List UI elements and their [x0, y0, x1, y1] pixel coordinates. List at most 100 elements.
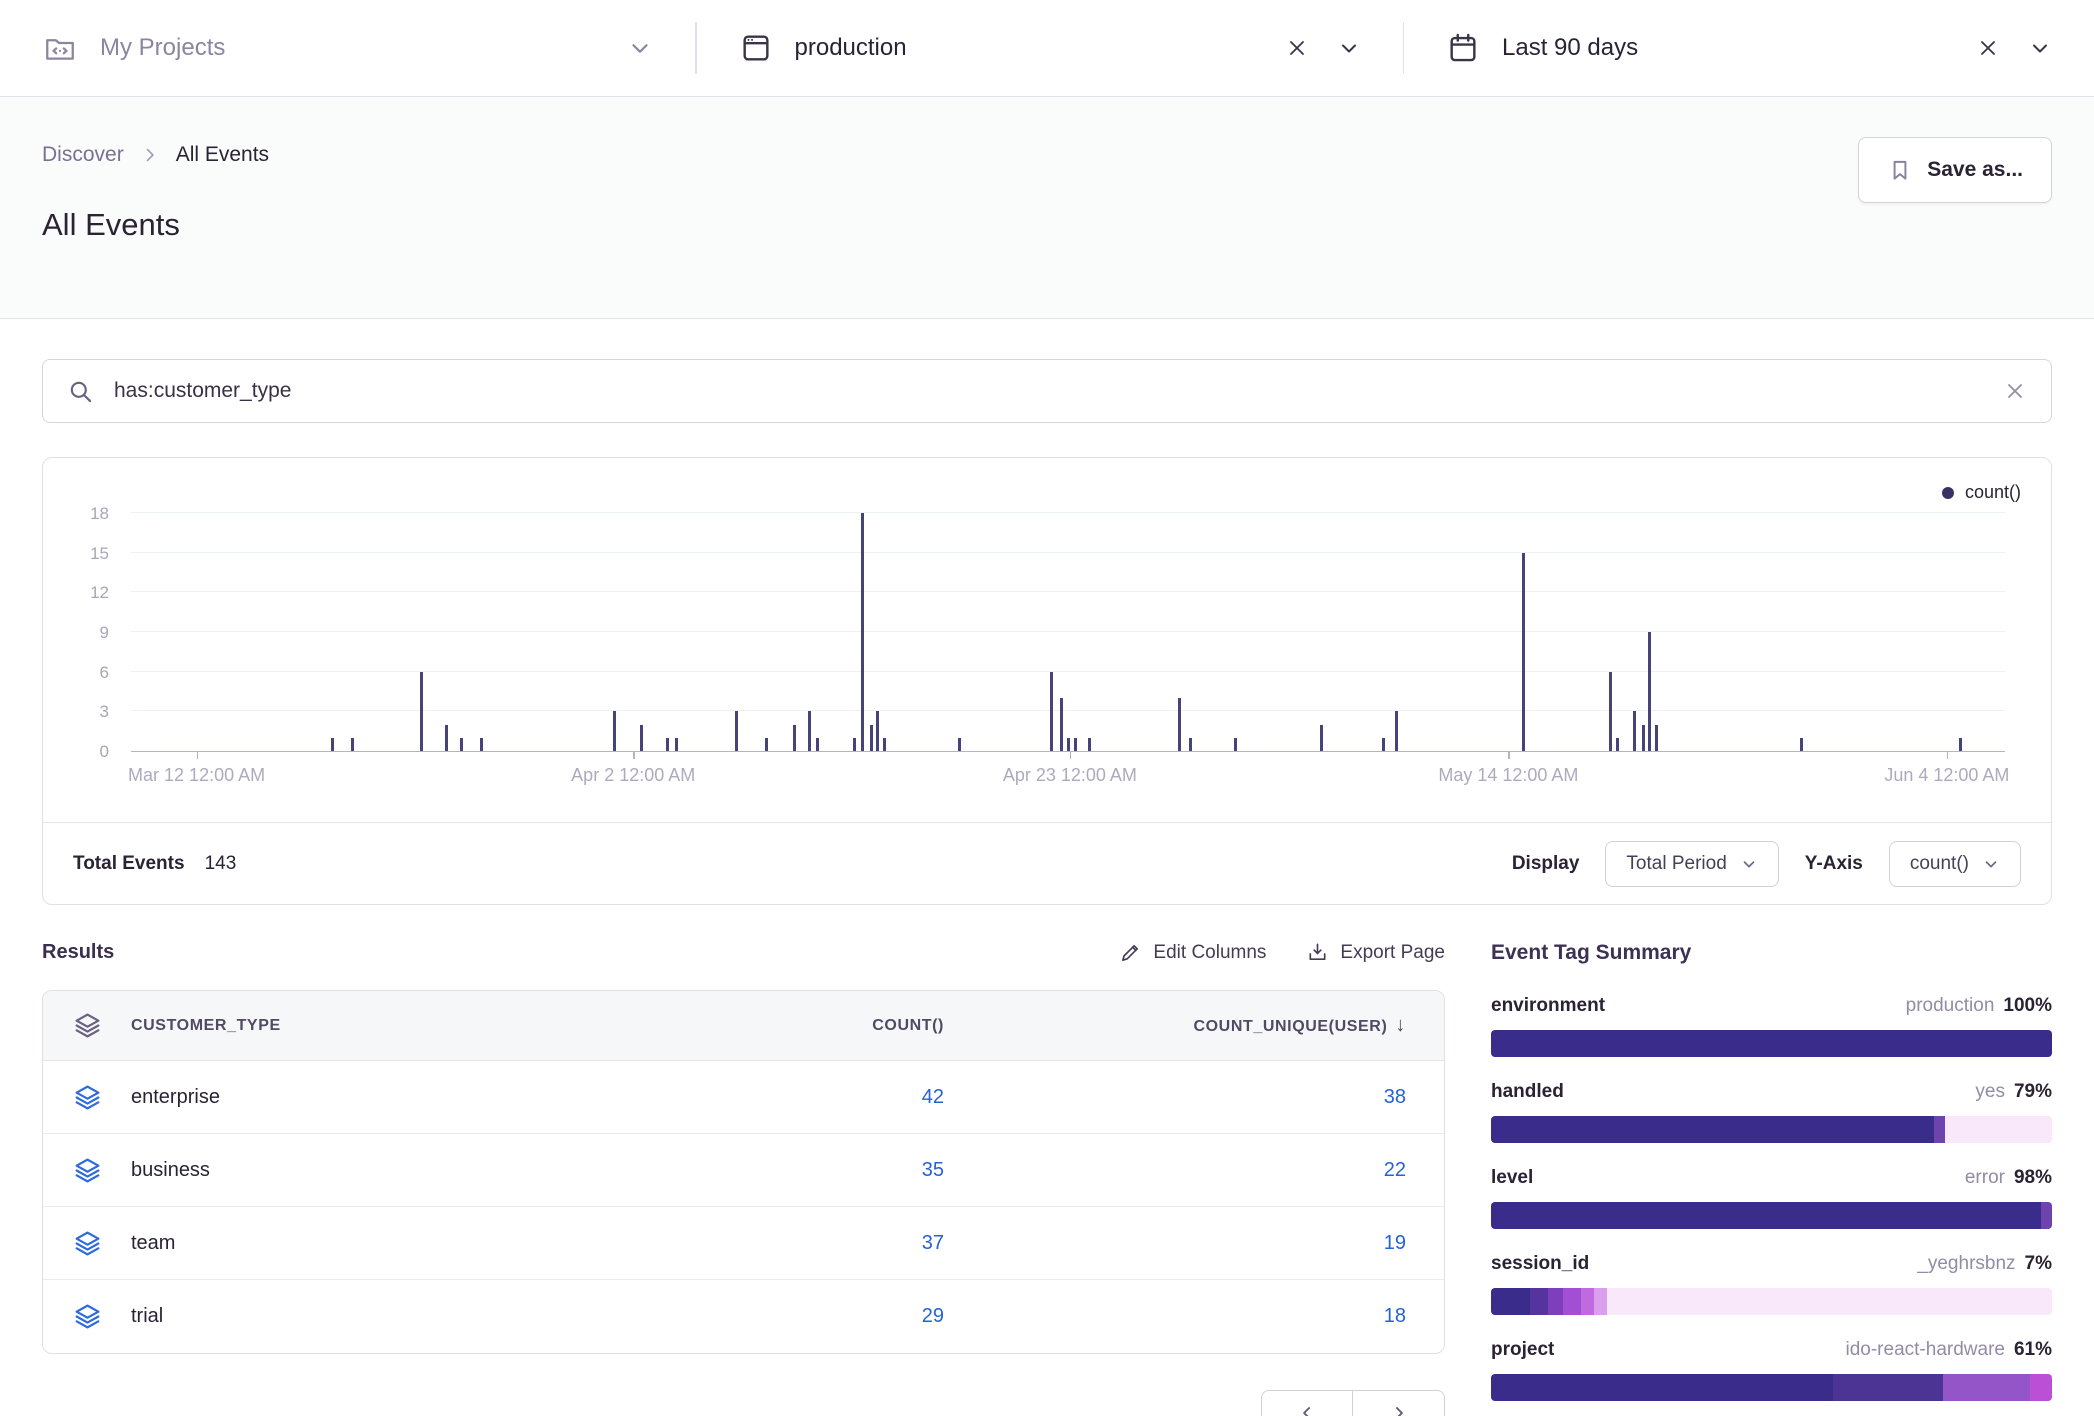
- stack-icon[interactable]: [43, 1083, 131, 1112]
- clear-environment-icon[interactable]: [1285, 36, 1309, 60]
- save-as-button[interactable]: Save as...: [1858, 137, 2052, 203]
- chevron-down-icon[interactable]: [2028, 36, 2052, 60]
- chart-bar[interactable]: [675, 738, 678, 751]
- tag-distribution-bar[interactable]: [1491, 1030, 2052, 1057]
- chart-bar[interactable]: [1178, 698, 1181, 751]
- stack-icon[interactable]: [43, 1156, 131, 1185]
- edit-columns-button[interactable]: Edit Columns: [1119, 941, 1266, 964]
- cell-count[interactable]: 35: [604, 1159, 944, 1182]
- gridline: [131, 631, 2005, 632]
- chart-bar[interactable]: [445, 725, 448, 751]
- environment-selector[interactable]: production: [697, 0, 1403, 96]
- tag-summary-heading: Event Tag Summary: [1491, 941, 2052, 965]
- search-input[interactable]: has:customer_type: [42, 359, 2052, 423]
- cell-count-unique[interactable]: 38: [944, 1086, 1444, 1109]
- stack-icon[interactable]: [43, 1302, 131, 1331]
- table-row: business 35 22: [43, 1134, 1444, 1207]
- tag-percent: 61%: [2014, 1339, 2052, 1361]
- chart-bar[interactable]: [765, 738, 768, 751]
- chart-bar[interactable]: [1050, 672, 1053, 751]
- tag-bar-segment: [1945, 1116, 2052, 1143]
- next-page-button[interactable]: [1352, 1390, 1445, 1416]
- chart-bar[interactable]: [1642, 725, 1645, 751]
- column-header-count[interactable]: COUNT(): [604, 1017, 944, 1035]
- project-selector[interactable]: My Projects: [0, 0, 695, 96]
- tag-distribution-bar[interactable]: [1491, 1374, 2052, 1401]
- tag-name[interactable]: environment: [1491, 995, 1605, 1017]
- stack-icon: [43, 1011, 131, 1040]
- chart-bar[interactable]: [1067, 738, 1070, 751]
- column-header-count-unique[interactable]: COUNT_UNIQUE(USER)↓: [944, 1014, 1444, 1037]
- tag-entry: level error 98%: [1491, 1167, 2052, 1229]
- tag-name[interactable]: project: [1491, 1339, 1554, 1361]
- chart-bar[interactable]: [1074, 738, 1077, 751]
- cell-count-unique[interactable]: 19: [944, 1232, 1444, 1255]
- chart-bar[interactable]: [1060, 698, 1063, 751]
- tag-name[interactable]: session_id: [1491, 1253, 1589, 1275]
- chart-bar[interactable]: [1320, 725, 1323, 751]
- chevron-down-icon[interactable]: [1337, 36, 1361, 60]
- tag-distribution-bar[interactable]: [1491, 1116, 2052, 1143]
- table-row: trial 29 18: [43, 1280, 1444, 1353]
- chart-bar[interactable]: [853, 738, 856, 751]
- total-events-label: Total Events: [73, 853, 185, 875]
- y-axis-tick-label: 15: [90, 544, 109, 564]
- cell-count[interactable]: 42: [604, 1086, 944, 1109]
- yaxis-select[interactable]: count(): [1889, 841, 2021, 887]
- chart-bar[interactable]: [420, 672, 423, 751]
- chart-bar[interactable]: [1616, 738, 1619, 751]
- chart-bar[interactable]: [1522, 553, 1525, 751]
- chart-bar[interactable]: [793, 725, 796, 751]
- cell-count[interactable]: 37: [604, 1232, 944, 1255]
- cell-count-unique[interactable]: 18: [944, 1305, 1444, 1328]
- clear-daterange-icon[interactable]: [1976, 36, 2000, 60]
- chart-bar[interactable]: [331, 738, 334, 751]
- display-select-value: Total Period: [1626, 853, 1726, 875]
- chart-bar[interactable]: [1234, 738, 1237, 751]
- chart-bar[interactable]: [666, 738, 669, 751]
- tag-distribution-bar[interactable]: [1491, 1202, 2052, 1229]
- chart-bar[interactable]: [883, 738, 886, 751]
- chart-bar[interactable]: [1395, 711, 1398, 751]
- daterange-selector[interactable]: Last 90 days: [1404, 0, 2094, 96]
- chevron-down-icon[interactable]: [627, 35, 653, 61]
- chart-bar[interactable]: [816, 738, 819, 751]
- chart-bar[interactable]: [460, 738, 463, 751]
- chart-bar[interactable]: [1959, 738, 1962, 751]
- chart-bar[interactable]: [870, 725, 873, 751]
- chart-bar[interactable]: [480, 738, 483, 751]
- chart-bar[interactable]: [1648, 632, 1651, 751]
- chart-bar[interactable]: [808, 711, 811, 751]
- chart-bar[interactable]: [861, 513, 864, 751]
- tag-entry: session_id _yeghrsbnz 7%: [1491, 1253, 2052, 1315]
- save-as-label: Save as...: [1927, 158, 2023, 182]
- tag-bar-segment: [1491, 1202, 2041, 1229]
- clear-search-icon[interactable]: [2003, 379, 2027, 403]
- tag-distribution-bar[interactable]: [1491, 1288, 2052, 1315]
- chart-bar[interactable]: [351, 738, 354, 751]
- chart-bar[interactable]: [1189, 738, 1192, 751]
- chart-bar[interactable]: [958, 738, 961, 751]
- chart-plot[interactable]: Mar 12 12:00 AMApr 2 12:00 AMApr 23 12:0…: [131, 498, 2005, 752]
- tag-name[interactable]: level: [1491, 1167, 1533, 1189]
- cell-count-unique[interactable]: 22: [944, 1159, 1444, 1182]
- breadcrumb-discover-link[interactable]: Discover: [42, 143, 124, 167]
- stack-icon[interactable]: [43, 1229, 131, 1258]
- chart-bar[interactable]: [1382, 738, 1385, 751]
- previous-page-button[interactable]: [1261, 1390, 1354, 1416]
- chart-bar[interactable]: [1655, 725, 1658, 751]
- chart-bar[interactable]: [1609, 672, 1612, 751]
- cell-count[interactable]: 29: [604, 1305, 944, 1328]
- chart-bar[interactable]: [735, 711, 738, 751]
- chart-bar[interactable]: [1800, 738, 1803, 751]
- gridline: [131, 671, 2005, 672]
- chart-bar[interactable]: [1633, 711, 1636, 751]
- chart-bar[interactable]: [613, 711, 616, 751]
- chart-bar[interactable]: [1088, 738, 1091, 751]
- tag-name[interactable]: handled: [1491, 1081, 1564, 1103]
- export-page-button[interactable]: Export Page: [1306, 941, 1445, 964]
- chart-bar[interactable]: [876, 711, 879, 751]
- column-header-customer-type[interactable]: CUSTOMER_TYPE: [131, 1017, 604, 1035]
- display-select[interactable]: Total Period: [1605, 841, 1778, 887]
- chart-bar[interactable]: [640, 725, 643, 751]
